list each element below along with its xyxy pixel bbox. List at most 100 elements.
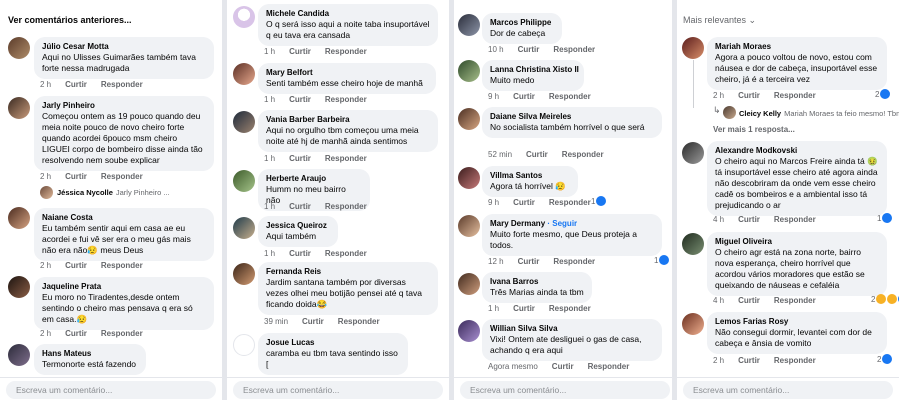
- reply-button[interactable]: Responder: [101, 172, 143, 181]
- avatar[interactable]: [458, 273, 480, 295]
- avatar[interactable]: [233, 263, 255, 285]
- like-button[interactable]: Curtir: [518, 257, 540, 266]
- reply-button[interactable]: Responder: [553, 257, 595, 266]
- like-button[interactable]: Curtir: [738, 91, 760, 100]
- avatar[interactable]: [233, 111, 255, 133]
- avatar[interactable]: [233, 6, 255, 28]
- like-button[interactable]: Curtir: [738, 356, 760, 365]
- like-button[interactable]: Curtir: [289, 154, 311, 163]
- sort-dropdown[interactable]: Mais relevantes ⌄: [683, 15, 756, 26]
- comment-author[interactable]: Mary Belfort: [266, 67, 428, 78]
- comment-author-name[interactable]: Mary Dermany: [490, 219, 545, 228]
- reply-button[interactable]: Responder: [325, 249, 367, 258]
- avatar[interactable]: [458, 60, 480, 82]
- comment-author[interactable]: Willian Silva Silva: [490, 323, 654, 334]
- like-button[interactable]: Curtir: [289, 202, 311, 211]
- avatar[interactable]: [458, 14, 480, 36]
- comment-author[interactable]: Naiane Costa: [42, 212, 206, 223]
- like-button[interactable]: Curtir: [518, 45, 540, 54]
- reply-button[interactable]: Responder: [549, 92, 591, 101]
- reply-button[interactable]: Responder: [325, 202, 367, 211]
- reply-button[interactable]: Responder: [562, 150, 604, 159]
- avatar[interactable]: [8, 37, 30, 59]
- reply-button[interactable]: Responder: [774, 91, 816, 100]
- like-button[interactable]: Curtir: [513, 92, 535, 101]
- avatar[interactable]: [458, 167, 480, 189]
- comment-input[interactable]: Escreva um comentário...: [683, 381, 893, 399]
- avatar[interactable]: [458, 215, 480, 237]
- avatar[interactable]: [8, 207, 30, 229]
- avatar[interactable]: [8, 344, 30, 366]
- reply-button[interactable]: Responder: [553, 45, 595, 54]
- avatar[interactable]: [40, 186, 53, 199]
- comment-author[interactable]: Daiane Silva Meireles: [490, 111, 654, 122]
- avatar[interactable]: [682, 142, 704, 164]
- reply-button[interactable]: Responder: [774, 296, 816, 305]
- comment-author[interactable]: Mary Dermany · Seguir: [490, 218, 654, 229]
- reactions[interactable]: 1: [591, 196, 607, 206]
- reactions[interactable]: 1: [654, 255, 670, 265]
- reactions[interactable]: 2: [875, 89, 891, 99]
- reply-author[interactable]: Cleicy Kelly: [739, 109, 781, 118]
- comment-author[interactable]: Herberte Araujo: [266, 173, 362, 184]
- comment-author[interactable]: Miguel Oliveira: [715, 236, 879, 247]
- like-button[interactable]: Curtir: [65, 329, 87, 338]
- comment-author[interactable]: Jaqueline Prata: [42, 281, 206, 292]
- comment-author[interactable]: Jarly Pinheiro: [42, 100, 206, 111]
- comment-author[interactable]: Júlio Cesar Motta: [42, 41, 206, 52]
- avatar[interactable]: [233, 63, 255, 85]
- follow-link[interactable]: · Seguir: [547, 219, 577, 228]
- reply-button[interactable]: Responder: [101, 80, 143, 89]
- comment-author[interactable]: Fernanda Reis: [266, 266, 430, 277]
- reactions[interactable]: 1: [877, 213, 893, 223]
- like-button[interactable]: Curtir: [738, 296, 760, 305]
- like-button[interactable]: Curtir: [302, 317, 324, 326]
- view-more-replies-link[interactable]: Ver mais 1 resposta...: [713, 125, 795, 134]
- like-button[interactable]: Curtir: [738, 215, 760, 224]
- like-button[interactable]: Curtir: [289, 249, 311, 258]
- like-button[interactable]: Curtir: [513, 304, 535, 313]
- reply-button[interactable]: Responder: [325, 95, 367, 104]
- like-button[interactable]: Curtir: [65, 261, 87, 270]
- comment-input[interactable]: Escreva um comentário...: [233, 381, 443, 399]
- reply-button[interactable]: Responder: [101, 261, 143, 270]
- avatar[interactable]: [458, 320, 480, 342]
- avatar[interactable]: [458, 108, 480, 130]
- reply-button[interactable]: Responder: [101, 329, 143, 338]
- reply-button[interactable]: Responder: [774, 356, 816, 365]
- avatar[interactable]: [8, 276, 30, 298]
- comment-author[interactable]: Villma Santos: [490, 170, 570, 181]
- comment-author[interactable]: Mariah Moraes: [715, 41, 879, 52]
- avatar[interactable]: [233, 170, 255, 192]
- reply-button[interactable]: Responder: [549, 304, 591, 313]
- reactions[interactable]: 2: [877, 354, 893, 364]
- avatar[interactable]: [8, 97, 30, 119]
- avatar[interactable]: [233, 334, 255, 356]
- view-previous-comments-link[interactable]: Ver comentários anteriores...: [8, 15, 132, 25]
- comment-input[interactable]: Escreva um comentário...: [6, 381, 216, 399]
- reply-preview[interactable]: Jéssica Nycolle Jarly Pinheiro ...: [57, 188, 170, 197]
- reply-button[interactable]: Responder: [549, 198, 591, 207]
- like-button[interactable]: Curtir: [526, 150, 548, 159]
- reply-author[interactable]: Jéssica Nycolle: [57, 188, 113, 197]
- avatar[interactable]: [233, 217, 255, 239]
- comment-author[interactable]: Jessica Queiroz: [266, 220, 330, 231]
- reply-button[interactable]: Responder: [325, 47, 367, 56]
- like-button[interactable]: Curtir: [65, 80, 87, 89]
- like-button[interactable]: Curtir: [552, 362, 574, 371]
- avatar[interactable]: [682, 233, 704, 255]
- reply-button[interactable]: Responder: [325, 154, 367, 163]
- comment-author[interactable]: Alexandre Modkovski: [715, 145, 879, 156]
- comment-author[interactable]: Michele Candida: [266, 8, 430, 19]
- avatar[interactable]: [682, 37, 704, 59]
- comment-author[interactable]: Ivana Barros: [490, 276, 584, 287]
- reactions[interactable]: 2: [871, 294, 899, 304]
- reply-button[interactable]: Responder: [338, 317, 380, 326]
- reply-preview[interactable]: Cleicy Kelly Mariah Moraes ta feio mesmo!…: [739, 109, 899, 118]
- comment-author[interactable]: Josue Lucas: [266, 337, 400, 348]
- reply-button[interactable]: Responder: [774, 215, 816, 224]
- comment-author[interactable]: Hans Mateus: [42, 348, 138, 359]
- like-button[interactable]: Curtir: [513, 198, 535, 207]
- comment-author[interactable]: Marcos Philippe: [490, 17, 554, 28]
- comment-author[interactable]: Vania Barber Barbeira: [266, 114, 430, 125]
